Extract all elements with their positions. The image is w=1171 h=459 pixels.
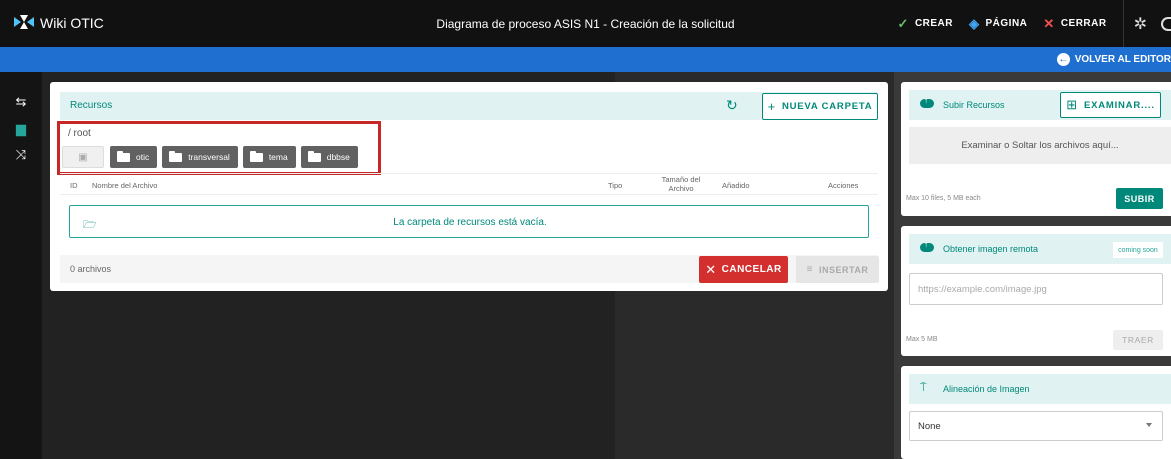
alignment-select[interactable]: None bbox=[909, 411, 1163, 441]
gear-icon[interactable]: ✲ bbox=[1134, 14, 1147, 34]
wiki-logo-icon[interactable] bbox=[14, 14, 34, 30]
add-box-icon: ⊞ bbox=[1066, 97, 1078, 112]
folder-label: dbbse bbox=[326, 152, 350, 162]
toolbar-divider bbox=[1122, 0, 1124, 47]
browse-label: EXAMINAR.... bbox=[1083, 99, 1155, 111]
refresh-icon[interactable]: ↻ bbox=[726, 97, 738, 114]
folder-item[interactable]: otic bbox=[110, 146, 158, 168]
page-label: PÁGINA bbox=[985, 18, 1028, 29]
folder-item[interactable]: transversal bbox=[162, 146, 238, 168]
close-button[interactable]: ✕ CERRAR bbox=[1043, 16, 1106, 32]
resources-title: Recursos bbox=[70, 100, 113, 111]
folder-up-button[interactable]: ▣ bbox=[62, 146, 104, 168]
chevron-down-icon bbox=[1146, 423, 1152, 427]
check-icon: ✓ bbox=[897, 15, 909, 31]
folder-label: tema bbox=[268, 152, 288, 162]
page-button[interactable]: ◈ PÁGINA bbox=[969, 16, 1027, 32]
cancel-button[interactable]: ✕ CANCELAR bbox=[699, 256, 788, 283]
tag-icon: ◈ bbox=[969, 15, 980, 31]
folder-item[interactable]: tema bbox=[242, 146, 296, 168]
cloud-upload-icon bbox=[920, 240, 934, 252]
column-actions: Acciones bbox=[828, 181, 859, 190]
alignment-panel: ⍑ Alineación de Imagen None bbox=[901, 366, 1171, 459]
close-icon: ✕ bbox=[705, 261, 717, 277]
coming-soon-badge: coming soon bbox=[1113, 242, 1163, 258]
link-icon[interactable]: ⇆ bbox=[13, 95, 29, 109]
resources-header: Recursos ↻ bbox=[60, 92, 878, 120]
create-label: CREAR bbox=[914, 18, 953, 29]
align-top-icon: ⍑ bbox=[920, 382, 927, 394]
account-icon[interactable] bbox=[1161, 16, 1171, 31]
folder-item[interactable]: dbbse bbox=[300, 146, 358, 168]
remote-url-input[interactable] bbox=[909, 273, 1163, 305]
cloud-upload-icon bbox=[920, 96, 934, 108]
breadcrumb[interactable]: / root bbox=[68, 128, 91, 139]
folder-icon bbox=[249, 150, 263, 162]
app-brand[interactable]: Wiki OTIC bbox=[40, 15, 104, 31]
column-id: ID bbox=[70, 181, 78, 190]
alignment-header: ⍑ Alineación de Imagen bbox=[909, 374, 1171, 404]
upload-limit-note: Max 10 files, 5 MB each bbox=[906, 195, 981, 202]
back-to-editor-label: VOLVER AL EDITOR bbox=[1074, 54, 1171, 65]
editor-side-rail: ⇆ ▆ ⤨ bbox=[0, 72, 42, 459]
column-type: Tipo bbox=[608, 181, 623, 190]
column-added: Añadido bbox=[722, 181, 750, 190]
folder-up-icon: ▣ bbox=[78, 151, 88, 163]
close-label: CERRAR bbox=[1060, 18, 1107, 29]
close-icon: ✕ bbox=[1043, 15, 1055, 31]
empty-message: La carpeta de recursos está vacía. bbox=[393, 217, 547, 228]
folder-icon[interactable]: ▆ bbox=[13, 122, 29, 136]
folder-icon bbox=[117, 150, 130, 162]
browse-button[interactable]: ⊞ EXAMINAR.... bbox=[1060, 92, 1161, 118]
alignment-title: Alineación de Imagen bbox=[943, 384, 1030, 394]
remote-title: Obtener imagen remota bbox=[943, 244, 1039, 254]
file-dropzone[interactable]: Examinar o Soltar los archivos aquí... bbox=[909, 127, 1171, 164]
upload-panel: Subir Recursos ⊞ EXAMINAR.... Examinar o… bbox=[901, 82, 1171, 216]
back-to-editor-button[interactable]: ← VOLVER AL EDITOR bbox=[1056, 53, 1171, 66]
insert-button[interactable]: ≡ INSERTAR bbox=[796, 256, 879, 283]
insert-label: INSERTAR bbox=[819, 264, 869, 275]
upload-submit-button[interactable]: SUBIR bbox=[1116, 188, 1163, 209]
plus-icon: + bbox=[767, 99, 776, 114]
upload-title: Subir Recursos bbox=[943, 100, 1005, 110]
empty-folder-notice: 🗁 La carpeta de recursos está vacía. bbox=[69, 205, 869, 238]
insert-icon: ≡ bbox=[806, 264, 813, 275]
file-count: 0 archivos bbox=[70, 264, 112, 274]
collapse-icon[interactable]: ⤨ bbox=[13, 148, 29, 162]
new-folder-label: NUEVA CARPETA bbox=[781, 101, 873, 112]
column-size: Tamaño del Archivo bbox=[661, 175, 701, 193]
file-table-header: ID Nombre del Archivo Tipo Tamaño del Ar… bbox=[60, 173, 878, 195]
folder-icon bbox=[169, 150, 183, 162]
editor-subbar: ← VOLVER AL EDITOR bbox=[0, 47, 1171, 72]
folder-icon bbox=[307, 150, 321, 162]
folder-label: transversal bbox=[188, 152, 230, 162]
cancel-label: CANCELAR bbox=[721, 264, 782, 275]
top-bar: Wiki OTIC Diagrama de proceso ASIS N1 - … bbox=[0, 0, 1171, 47]
folder-list: ▣ otic transversal tema dbbse bbox=[62, 146, 363, 168]
folder-label: otic bbox=[136, 152, 150, 162]
column-name: Nombre del Archivo bbox=[92, 181, 158, 190]
alignment-value: None bbox=[918, 421, 941, 432]
create-button[interactable]: ✓ CREAR bbox=[898, 16, 953, 32]
new-folder-button[interactable]: + NUEVA CARPETA bbox=[762, 93, 878, 120]
arrow-left-icon: ← bbox=[1056, 53, 1070, 66]
fetch-button[interactable]: TRAER bbox=[1113, 330, 1163, 350]
remote-image-panel: Obtener imagen remota coming soon Max 5 … bbox=[901, 226, 1171, 356]
remote-header: Obtener imagen remota coming soon bbox=[909, 234, 1171, 264]
remote-limit-note: Max 5 MB bbox=[906, 336, 938, 343]
